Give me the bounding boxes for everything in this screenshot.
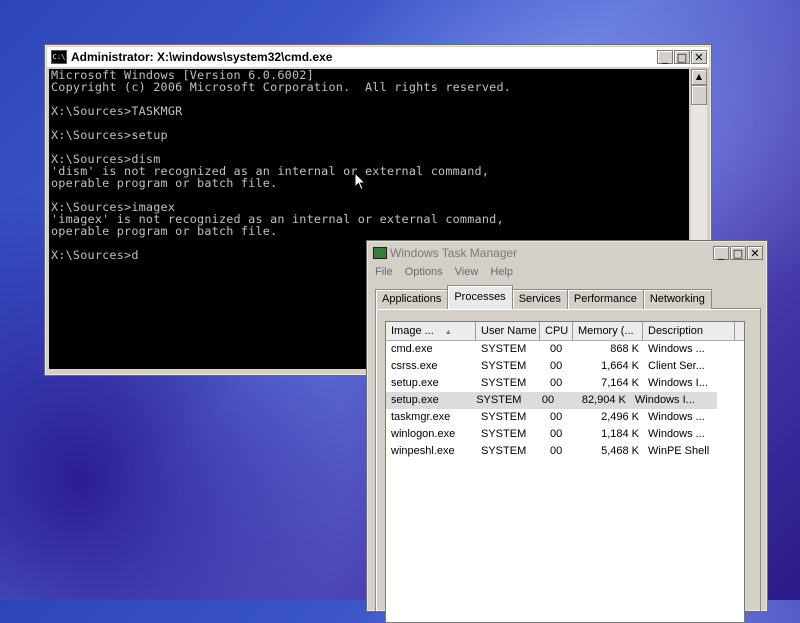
menu-view[interactable]: View	[449, 266, 485, 278]
taskmgr-window-controls: _ □ ✕	[713, 246, 763, 260]
cell-user: SYSTEM	[481, 411, 527, 423]
maximize-button[interactable]: □	[730, 246, 746, 260]
tab-services[interactable]: Services	[511, 289, 568, 309]
cmd-window-controls: _ □ ✕	[657, 50, 707, 64]
tab-applications[interactable]: Applications	[375, 289, 449, 309]
cell-cpu: 00	[550, 343, 563, 355]
scroll-thumb[interactable]	[691, 85, 707, 105]
table-row[interactable]: winlogon.exe SYSTEM 00 1,184 K Windows .…	[386, 426, 744, 443]
cell-memory: 5,468 K	[601, 445, 639, 457]
tab-performance[interactable]: Performance	[566, 289, 644, 309]
cell-cpu: 00	[550, 411, 563, 423]
cell-image: cmd.exe	[391, 343, 433, 355]
cell-cpu: 00	[550, 445, 563, 457]
minimize-button[interactable]: _	[657, 50, 673, 64]
cell-user: SYSTEM	[481, 343, 527, 355]
tab-strip: Applications Processes Services Performa…	[375, 285, 712, 309]
cell-description: Windows I...	[634, 394, 695, 406]
menu-file[interactable]: File	[369, 266, 399, 278]
table-row[interactable]: setup.exe SYSTEM 00 7,164 K Windows I...	[386, 375, 744, 392]
close-button[interactable]: ✕	[691, 50, 707, 64]
cell-description: WinPE Shell	[648, 445, 710, 457]
column-label: Image ...	[391, 325, 434, 337]
cmd-titlebar[interactable]: C:\ Administrator: X:\windows\system32\c…	[47, 47, 709, 67]
cell-description: Windows ...	[648, 428, 705, 440]
process-list-header: Image ... ▲ User Name CPU Memory (... De…	[386, 322, 744, 341]
process-list[interactable]: Image ... ▲ User Name CPU Memory (... De…	[385, 321, 745, 623]
table-row[interactable]: winpeshl.exe SYSTEM 00 5,468 K WinPE She…	[386, 443, 744, 460]
column-memory[interactable]: Memory (...	[573, 322, 643, 340]
cell-memory: 868 K	[610, 343, 639, 355]
cell-description: Client Ser...	[648, 360, 705, 372]
cell-memory: 1,664 K	[601, 360, 639, 372]
table-row[interactable]: taskmgr.exe SYSTEM 00 2,496 K Windows ..…	[386, 409, 744, 426]
cell-user: SYSTEM	[481, 377, 527, 389]
task-manager-icon	[373, 247, 387, 259]
sort-ascending-icon: ▲	[444, 329, 452, 336]
cell-image: csrss.exe	[391, 360, 438, 372]
cell-image: winlogon.exe	[391, 428, 456, 440]
cell-description: Windows ...	[648, 343, 705, 355]
console-text: Microsoft Windows [Version 6.0.6002] Cop…	[51, 69, 512, 262]
column-cpu[interactable]: CPU	[540, 322, 573, 340]
table-row-selected[interactable]: setup.exe SYSTEM 00 82,904 K Windows I..…	[386, 392, 717, 409]
cell-memory: 2,496 K	[601, 411, 639, 423]
taskmgr-titlebar[interactable]: Windows Task Manager _ □ ✕	[369, 243, 765, 263]
close-button[interactable]: ✕	[747, 246, 763, 260]
minimize-button[interactable]: _	[713, 246, 729, 260]
cmd-window-title: Administrator: X:\windows\system32\cmd.e…	[71, 50, 333, 64]
tab-processes[interactable]: Processes	[447, 285, 513, 309]
cell-image: setup.exe	[391, 377, 439, 389]
cmd-app-icon: C:\	[51, 50, 67, 64]
column-image-name[interactable]: Image ... ▲	[386, 322, 476, 340]
menu-bar: File Options View Help	[369, 263, 765, 281]
table-row[interactable]: csrss.exe SYSTEM 00 1,664 K Client Ser..…	[386, 358, 744, 375]
cell-cpu: 00	[541, 394, 555, 406]
task-manager-window[interactable]: Windows Task Manager _ □ ✕ File Options …	[366, 240, 768, 623]
scroll-up-icon[interactable]: ▲	[691, 69, 707, 85]
mouse-cursor-icon	[354, 172, 367, 191]
cell-user: SYSTEM	[481, 445, 527, 457]
cell-user: SYSTEM	[481, 360, 527, 372]
cell-description: Windows I...	[648, 377, 708, 389]
cell-user: SYSTEM	[481, 428, 527, 440]
cell-memory: 82,904 K	[581, 394, 626, 406]
cell-user: SYSTEM	[476, 394, 522, 406]
cell-description: Windows ...	[648, 411, 705, 423]
cell-image: winpeshl.exe	[391, 445, 455, 457]
column-description[interactable]: Description	[643, 322, 735, 340]
cell-cpu: 00	[550, 377, 563, 389]
menu-help[interactable]: Help	[484, 266, 519, 278]
taskmgr-window-title: Windows Task Manager	[390, 246, 518, 260]
cell-memory: 7,164 K	[601, 377, 639, 389]
menu-options[interactable]: Options	[399, 266, 449, 278]
cell-image: setup.exe	[391, 394, 439, 406]
cell-image: taskmgr.exe	[391, 411, 451, 423]
column-user-name[interactable]: User Name	[476, 322, 540, 340]
cell-cpu: 00	[550, 360, 563, 372]
table-row[interactable]: cmd.exe SYSTEM 00 868 K Windows ...	[386, 341, 744, 358]
cell-cpu: 00	[550, 428, 563, 440]
cell-memory: 1,184 K	[601, 428, 639, 440]
maximize-button[interactable]: □	[674, 50, 690, 64]
tab-networking[interactable]: Networking	[642, 289, 712, 309]
